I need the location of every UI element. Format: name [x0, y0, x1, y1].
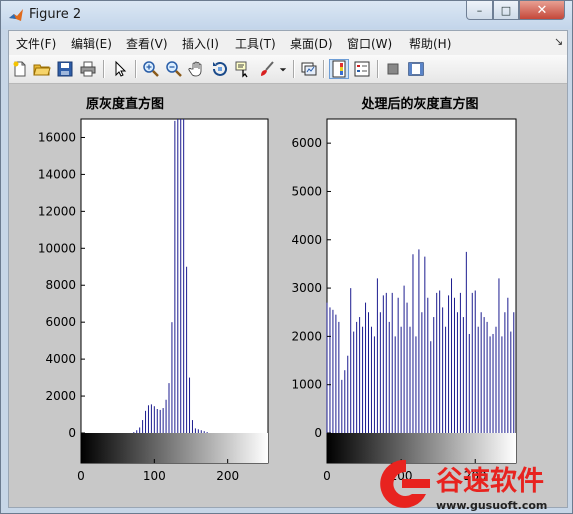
title-bar[interactable]: Figure 2 – □ ✕	[1, 1, 572, 29]
left-xtick-label: 200	[216, 469, 239, 483]
hide-plot-tools-icon	[387, 63, 399, 75]
rotate-3d-icon	[213, 61, 227, 76]
rotate-3d-button[interactable]	[210, 59, 230, 79]
link-plot-icon	[301, 62, 317, 76]
watermark-url: www.gusuoft.com	[436, 499, 547, 512]
left-ytick-label: 6000	[45, 315, 76, 329]
figure-canvas[interactable]: 原灰度直方图 0 2000 4000 6000 8000 10000 12000 14000 1…	[9, 84, 567, 507]
colorbar-button[interactable]	[329, 59, 349, 79]
colorbar-icon	[332, 60, 346, 78]
zoom-out-icon	[166, 61, 182, 77]
pointer-button[interactable]	[110, 59, 130, 79]
menu-edit[interactable]: 编辑(E)	[71, 35, 112, 52]
figure-window: Figure 2 – □ ✕ 文件(F) 编辑(E) 查看(V) 插入(I) 工…	[0, 0, 573, 514]
right-ytick-label: 2000	[291, 329, 322, 343]
left-ytick-label: 4000	[45, 352, 76, 366]
toolbar-separator	[377, 60, 379, 78]
watermark-brand: 谷速软件	[436, 466, 544, 497]
toolbar-separator	[103, 60, 105, 78]
data-cursor-icon	[235, 61, 248, 78]
maximize-button[interactable]: □	[493, 1, 519, 20]
zoom-out-button[interactable]	[164, 59, 184, 79]
left-xtick-label: 100	[143, 469, 166, 483]
zoom-in-button[interactable]	[141, 59, 161, 79]
menu-desktop[interactable]: 桌面(D)	[290, 35, 333, 52]
left-ytick-label: 10000	[38, 241, 76, 255]
close-button[interactable]: ✕	[519, 1, 565, 20]
right-ytick-label: 1000	[291, 378, 322, 392]
zoom-in-icon	[143, 61, 159, 77]
menu-insert[interactable]: 插入(I)	[182, 35, 219, 52]
left-ytick-label: 14000	[38, 167, 76, 181]
right-ytick-label: 4000	[291, 233, 322, 247]
legend-icon	[354, 61, 370, 77]
legend-button[interactable]	[352, 59, 372, 79]
pointer-icon	[115, 60, 127, 77]
hide-plot-tools-button[interactable]	[383, 59, 403, 79]
menu-view[interactable]: 查看(V)	[126, 35, 168, 52]
right-ytick-label: 0	[314, 426, 322, 440]
left-xtick-label: 0	[77, 469, 85, 483]
right-ytick-label: 6000	[291, 136, 322, 150]
right-chart-title: 处理后的灰度直方图	[360, 96, 478, 112]
show-plot-tools-icon	[408, 62, 424, 76]
left-ytick-label: 12000	[38, 204, 76, 218]
right-ytick-label: 5000	[291, 184, 322, 198]
window-title: Figure 2	[29, 7, 82, 22]
left-ytick-label: 16000	[38, 130, 76, 144]
link-plot-button[interactable]	[299, 59, 319, 79]
new-file-icon	[13, 61, 26, 77]
right-histogram-axes: 处理后的灰度直方图 01000200030004000500060000 100 2…	[291, 96, 517, 483]
left-grayscale-colorbar	[81, 433, 268, 463]
menu-file[interactable]: 文件(F)	[16, 35, 56, 52]
menu-bar: 文件(F) 编辑(E) 查看(V) 插入(I) 工具(T) 桌面(D) 窗口(W…	[9, 31, 567, 55]
print-icon	[80, 61, 96, 77]
chevron-down-icon	[279, 68, 287, 72]
minimize-button[interactable]: –	[466, 1, 493, 20]
new-file-button[interactable]	[10, 59, 30, 79]
right-xtick-label: 0	[323, 469, 331, 483]
maximize-icon: □	[500, 3, 512, 17]
menu-overflow-icon[interactable]: ↘	[554, 35, 563, 48]
open-folder-icon	[33, 64, 51, 76]
brush-icon	[261, 61, 274, 76]
save-button[interactable]	[55, 59, 75, 79]
watermark-logo: 谷速软件 www.gusuoft.com	[380, 459, 547, 512]
left-histogram-axes: 原灰度直方图 020004000600080001000012000140001…	[38, 96, 269, 483]
left-ytick-label: 2000	[45, 389, 76, 403]
open-button[interactable]	[32, 59, 52, 79]
toolbar	[9, 55, 567, 84]
save-icon	[57, 61, 73, 77]
menu-window[interactable]: 窗口(W)	[347, 35, 392, 52]
toolbar-separator	[135, 60, 137, 78]
menu-tools[interactable]: 工具(T)	[235, 35, 276, 52]
left-ytick-label: 0	[68, 426, 76, 440]
brush-dropdown[interactable]	[278, 59, 288, 79]
brush-button[interactable]	[257, 59, 277, 79]
left-chart-title: 原灰度直方图	[86, 96, 164, 112]
print-button[interactable]	[78, 59, 98, 79]
plot-canvas: 原灰度直方图 020004000600080001000012000140001…	[38, 96, 517, 483]
menu-help[interactable]: 帮助(H)	[409, 35, 451, 52]
show-plot-tools-button[interactable]	[406, 59, 426, 79]
toolbar-separator	[293, 60, 295, 78]
data-cursor-button[interactable]	[233, 59, 253, 79]
pan-hand-icon	[188, 61, 202, 77]
left-ytick-label: 8000	[45, 278, 76, 292]
toolbar-separator	[323, 60, 325, 78]
client-area: 文件(F) 编辑(E) 查看(V) 插入(I) 工具(T) 桌面(D) 窗口(W…	[8, 30, 568, 508]
right-ytick-label: 3000	[291, 281, 322, 295]
pan-button[interactable]	[187, 59, 207, 79]
matlab-app-icon	[9, 9, 23, 21]
close-icon: ✕	[536, 2, 548, 18]
minimize-icon: –	[476, 3, 483, 17]
